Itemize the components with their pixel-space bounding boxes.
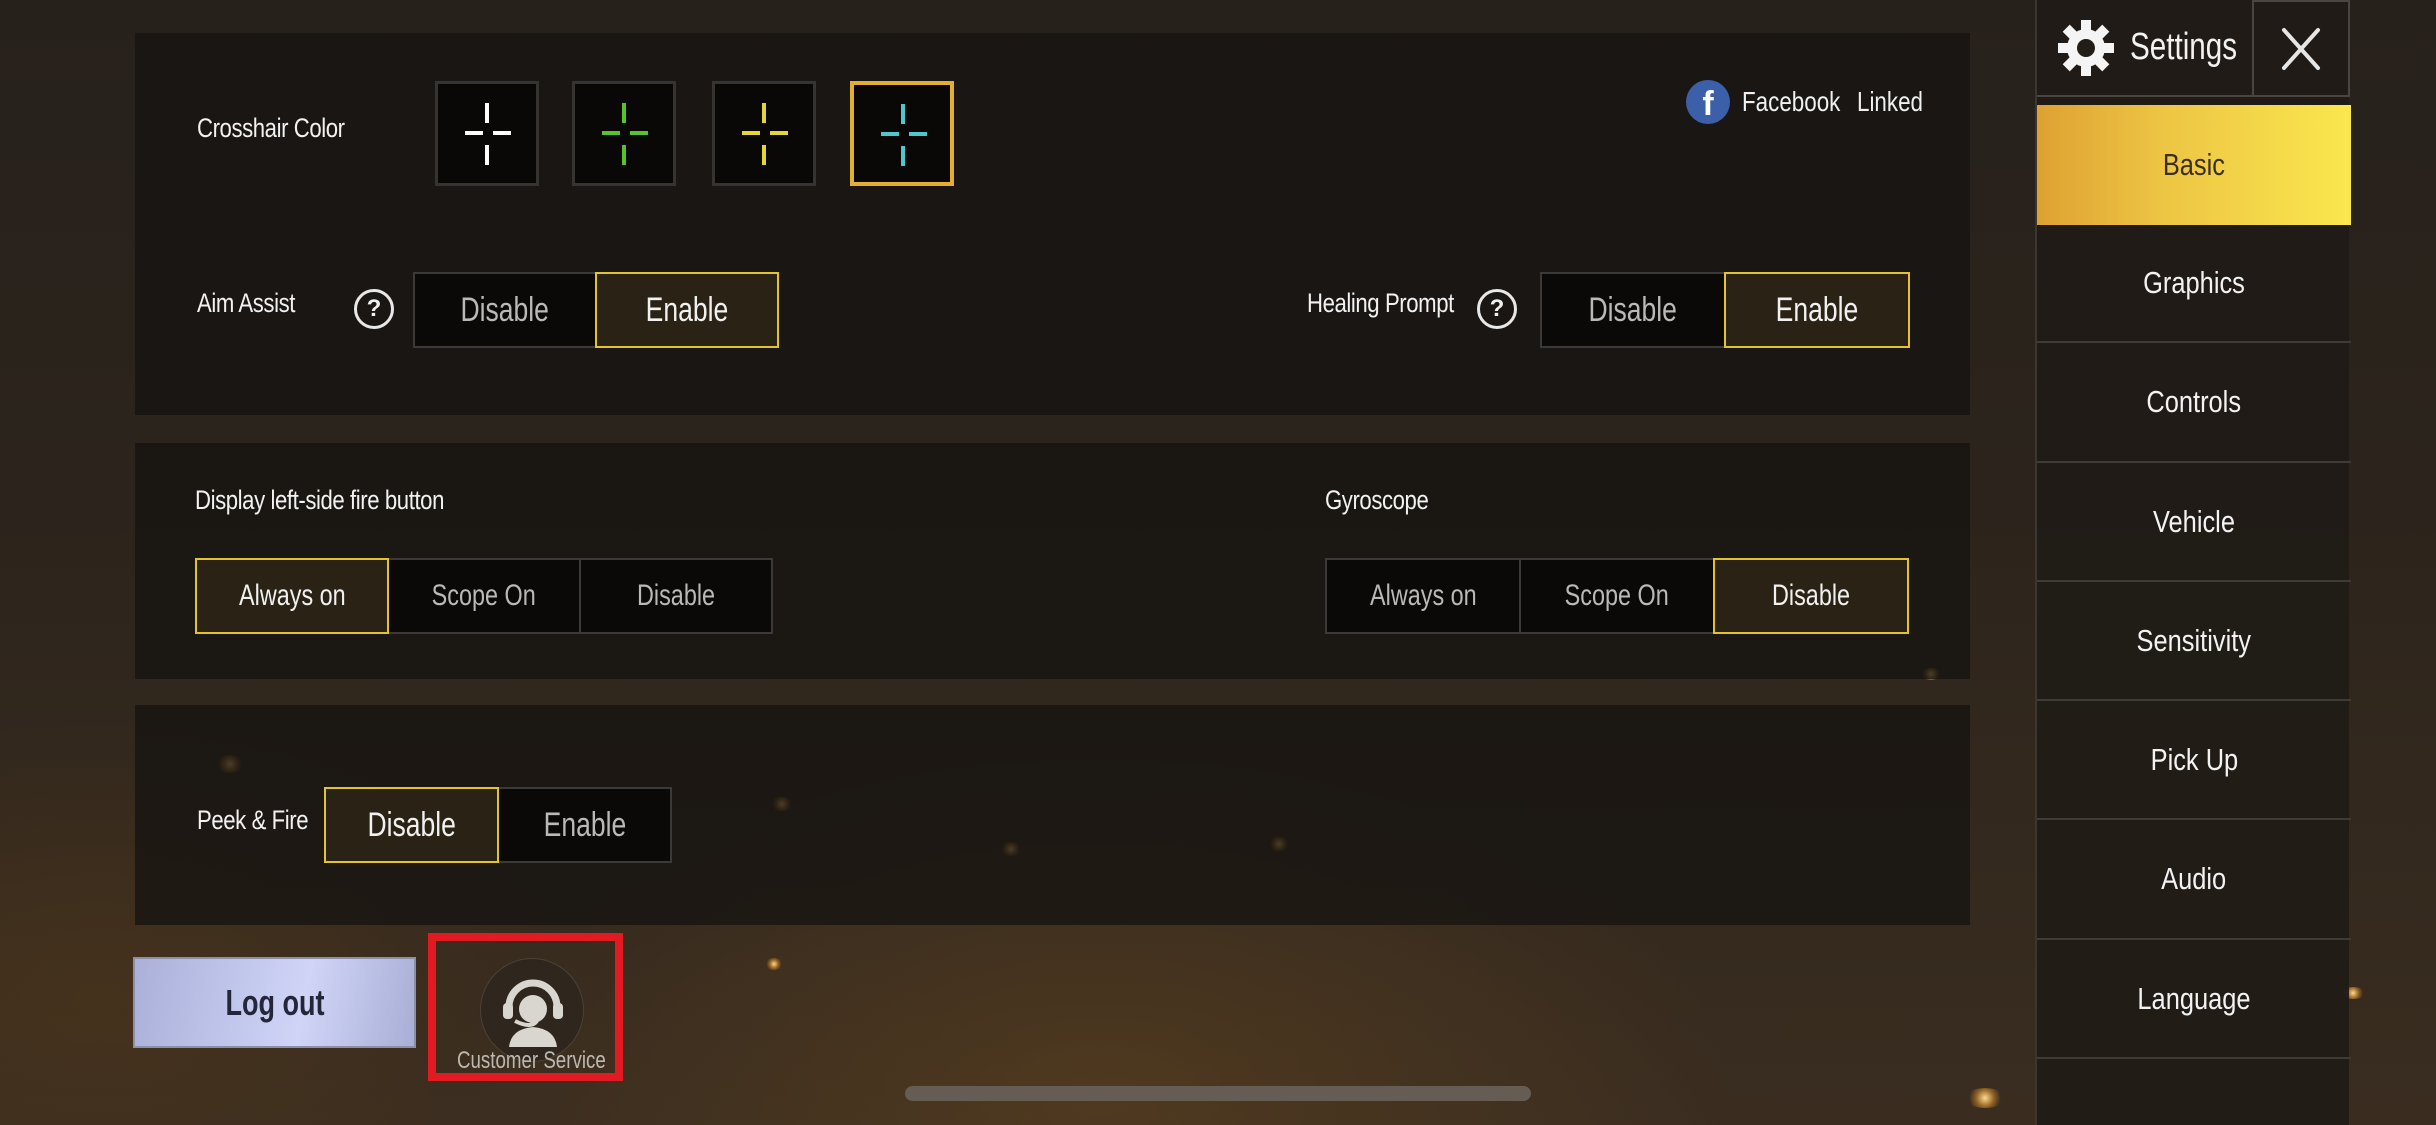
tab-label: Vehicle	[2153, 503, 2235, 539]
facebook-linked-status: f Facebook Linked	[1686, 80, 1939, 124]
peek-fire-option-enable[interactable]: Enable	[497, 787, 672, 863]
left-fire-button-label: Display left-side fire button	[195, 485, 444, 515]
crosshair-icon-segment	[465, 131, 483, 135]
crosshair-icon-segment	[485, 103, 489, 123]
ember-decoration	[765, 958, 783, 970]
option-label: Disable	[1771, 579, 1851, 612]
customer-service-label: Customer Service	[456, 1047, 606, 1074]
crosshair-icon-segment	[602, 131, 620, 135]
crosshair-icon-segment	[909, 132, 927, 136]
aim-assist-label: Aim Assist	[197, 288, 296, 318]
aim-assist-option-disable[interactable]: Disable	[413, 272, 597, 348]
basic-settings-panel-1: Crosshair Color f Facebook Linked Aim As…	[135, 33, 1970, 415]
crosshair-icon-segment	[622, 145, 626, 165]
left-fire-option-always-on[interactable]: Always on	[195, 558, 389, 634]
settings-sidebar: Settings Basic Graphics Controls Vehicle Sen…	[2035, 0, 2351, 1125]
peek-fire-option-disable[interactable]: Disable	[324, 787, 499, 863]
sidebar-tab-language[interactable]: Language	[2037, 940, 2351, 1059]
basic-settings-panel-3: Peek & Fire Disable Enable	[135, 705, 1970, 925]
healing-prompt-help-icon[interactable]: ?	[1477, 289, 1517, 329]
crosshair-icon-segment	[762, 103, 766, 123]
option-label: Enable	[1775, 290, 1859, 329]
crosshair-icon-segment	[630, 131, 648, 135]
aim-assist-help-icon[interactable]: ?	[354, 289, 394, 329]
crosshair-icon-segment	[762, 145, 766, 165]
option-label: Scope On	[1564, 579, 1670, 612]
crosshair-icon-segment	[485, 145, 489, 165]
option-label: Scope On	[431, 579, 537, 612]
gyroscope-option-scope-on[interactable]: Scope On	[1519, 558, 1715, 634]
option-label: Enable	[543, 805, 626, 844]
left-fire-option-scope-on[interactable]: Scope On	[387, 558, 581, 634]
aim-assist-toggle: Disable Enable	[413, 272, 779, 348]
crosshair-icon-segment	[742, 131, 760, 135]
option-label: Disable	[460, 290, 550, 329]
crosshair-color-option-yellow[interactable]	[712, 81, 816, 186]
facebook-icon: f	[1686, 80, 1730, 124]
crosshair-color-option-green[interactable]	[572, 81, 676, 186]
facebook-label: Facebook	[1742, 86, 1841, 117]
aim-assist-option-enable[interactable]: Enable	[595, 272, 779, 348]
sidebar-tab-audio[interactable]: Audio	[2037, 820, 2351, 940]
option-label: Disable	[367, 805, 456, 844]
crosshair-color-option-white[interactable]	[435, 81, 539, 186]
option-label: Enable	[645, 290, 729, 329]
logout-label: Log out	[225, 981, 324, 1023]
tab-label: Language	[2137, 980, 2251, 1016]
sidebar-tab-controls[interactable]: Controls	[2037, 343, 2351, 463]
crosshair-icon-segment	[901, 146, 905, 166]
gyroscope-toggle: Always on Scope On Disable	[1325, 558, 1909, 634]
healing-prompt-option-enable[interactable]: Enable	[1724, 272, 1910, 348]
close-button[interactable]	[2252, 0, 2350, 97]
tab-label: Pick Up	[2150, 741, 2238, 777]
sidebar-tab-pick-up[interactable]: Pick Up	[2037, 701, 2351, 820]
linked-status: Linked	[1856, 86, 1923, 117]
sidebar-tab-vehicle[interactable]: Vehicle	[2037, 463, 2351, 582]
gyroscope-option-always-on[interactable]: Always on	[1325, 558, 1521, 634]
crosshair-color-label: Crosshair Color	[197, 113, 345, 143]
crosshair-icon-segment	[493, 131, 511, 135]
logout-button[interactable]: Log out	[133, 957, 416, 1048]
gear-icon	[2058, 20, 2114, 76]
healing-prompt-toggle: Disable Enable	[1540, 272, 1910, 348]
healing-prompt-label: Healing Prompt	[1307, 288, 1454, 318]
option-label: Always on	[1369, 579, 1477, 612]
customer-service-button[interactable]: Customer Service	[428, 933, 623, 1081]
crosshair-color-option-cyan[interactable]	[850, 81, 954, 186]
tab-label: Graphics	[2143, 265, 2245, 300]
sidebar-tab-sensitivity[interactable]: Sensitivity	[2037, 582, 2351, 701]
basic-settings-panel-2: Display left-side fire button Always on S…	[135, 443, 1970, 679]
left-fire-option-disable[interactable]: Disable	[579, 558, 773, 634]
ember-decoration	[1965, 1088, 2005, 1108]
sidebar-tab-basic[interactable]: Basic	[2037, 105, 2351, 225]
healing-prompt-option-disable[interactable]: Disable	[1540, 272, 1726, 348]
close-icon	[2282, 27, 2320, 70]
settings-header: Settings	[2037, 0, 2252, 97]
option-label: Disable	[636, 579, 716, 612]
tab-label: Controls	[2146, 384, 2242, 419]
option-label: Always on	[238, 579, 346, 612]
left-fire-button-toggle: Always on Scope On Disable	[195, 558, 773, 634]
home-indicator[interactable]	[905, 1086, 1531, 1101]
option-label: Disable	[1588, 290, 1678, 329]
settings-title: Settings	[2130, 26, 2238, 68]
crosshair-icon-segment	[770, 131, 788, 135]
tab-label: Basic	[2162, 147, 2226, 182]
tab-label: Audio	[2161, 861, 2227, 896]
crosshair-icon-segment	[901, 104, 905, 124]
gyroscope-label: Gyroscope	[1325, 485, 1429, 515]
sidebar-tab-graphics[interactable]: Graphics	[2037, 225, 2351, 343]
peek-fire-toggle: Disable Enable	[324, 787, 672, 863]
crosshair-icon-segment	[881, 132, 899, 136]
crosshair-icon-segment	[622, 103, 626, 123]
gyroscope-option-disable[interactable]: Disable	[1713, 558, 1909, 634]
peek-fire-label: Peek & Fire	[197, 805, 309, 835]
tab-label: Sensitivity	[2136, 622, 2252, 658]
